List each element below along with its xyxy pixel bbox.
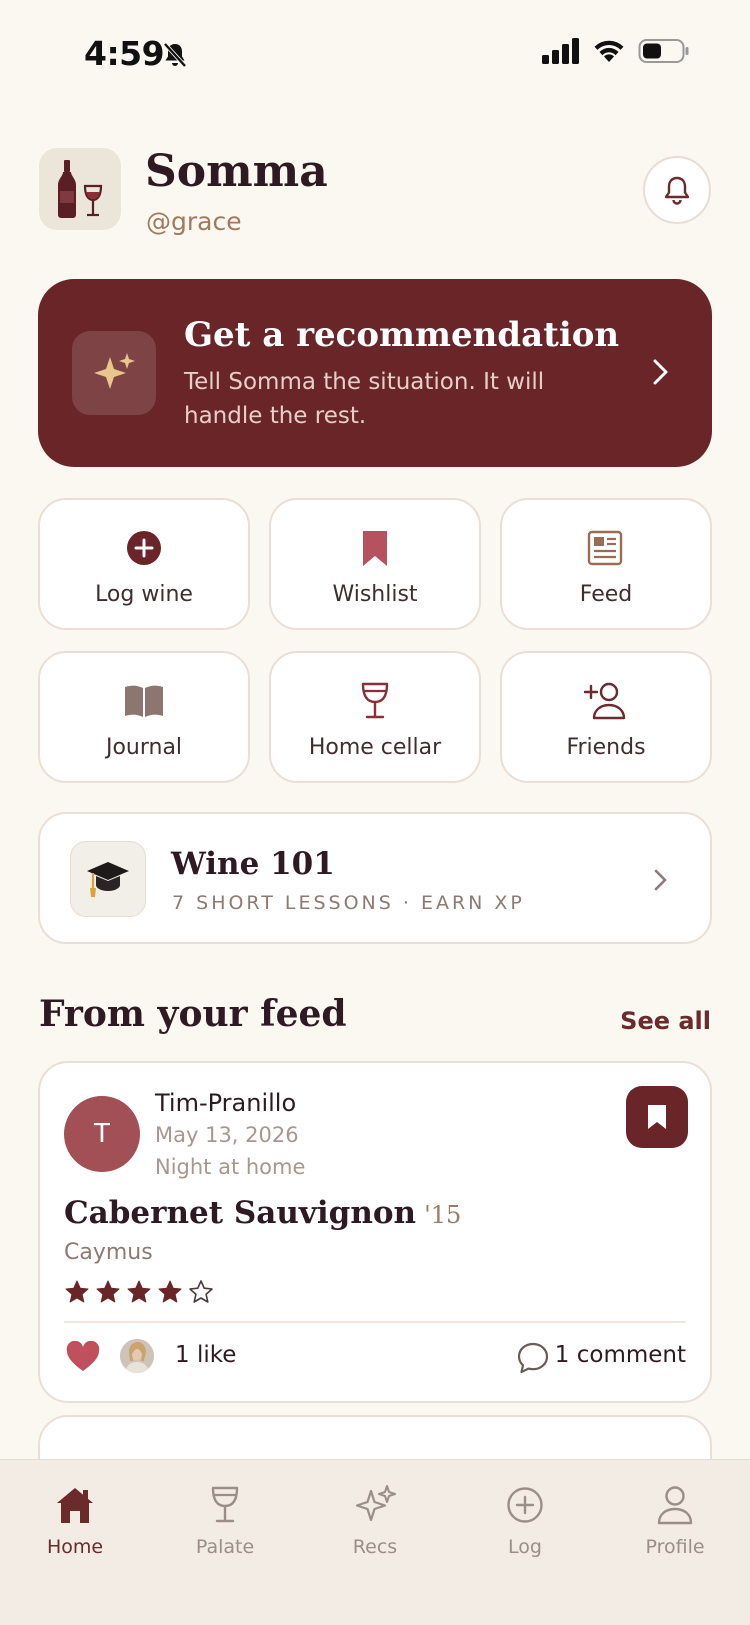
- friends-tile[interactable]: Friends: [500, 651, 712, 783]
- status-indicators: [542, 38, 690, 64]
- like-count[interactable]: 1 like: [175, 1342, 236, 1368]
- rec-subtitle: Tell Somma the situation. It will handle…: [184, 369, 545, 429]
- cellular-signal-icon: [542, 38, 579, 64]
- user-handle: @grace: [146, 207, 242, 236]
- tab-label: Recs: [352, 1536, 398, 1558]
- tile-label: Wishlist: [332, 582, 418, 607]
- chevron-right-icon: [654, 869, 667, 891]
- feed-tile[interactable]: Feed: [500, 498, 712, 630]
- book-icon: [125, 685, 163, 717]
- log-wine-tile[interactable]: Log wine: [38, 498, 250, 630]
- course-icon-container: [70, 841, 146, 917]
- feed-post-card[interactable]: T Tim-Pranillo May 13, 2026 Night at hom…: [38, 1061, 712, 1403]
- star-filled-icon: [65, 1280, 89, 1303]
- post-date: May 13, 2026: [155, 1123, 299, 1147]
- graduation-cap-icon: [87, 862, 129, 897]
- plus-circle-icon: [127, 531, 161, 565]
- star-filled-icon: [127, 1280, 151, 1303]
- bookmark-icon: [363, 531, 387, 566]
- app-logo: [39, 148, 121, 230]
- tile-label: Journal: [105, 735, 183, 760]
- quick-actions-grid: Log wine Wishlist Feed Journal Home cell…: [38, 498, 712, 783]
- liker-avatar[interactable]: [120, 1339, 154, 1373]
- star-filled-icon: [158, 1280, 182, 1303]
- bell-icon: [664, 176, 690, 205]
- tab-label: Palate: [195, 1536, 255, 1558]
- tile-label: Home cellar: [308, 735, 442, 760]
- wine-producer: Caymus: [64, 1240, 153, 1265]
- rec-icon-container: [72, 331, 156, 415]
- tab-profile[interactable]: Profile: [600, 1460, 750, 1625]
- status-time: 4:59: [84, 34, 165, 73]
- wine-name: Cabernet Sauvignon: [64, 1195, 417, 1231]
- feed-section-title: From your feed: [39, 993, 347, 1035]
- app-title: Somma: [145, 146, 328, 197]
- see-all-link[interactable]: See all: [620, 1007, 711, 1035]
- bell-muted-icon: [163, 42, 187, 68]
- tile-label: Friends: [566, 735, 646, 760]
- post-wine: Cabernet Sauvignon '15: [64, 1195, 461, 1231]
- star-rating: [64, 1279, 214, 1305]
- wine-101-card[interactable]: Wine 101 7 SHORT LESSONS · EARN XP: [38, 812, 712, 944]
- course-title: Wine 101: [171, 846, 335, 882]
- wine-glass-icon: [211, 1486, 239, 1523]
- tab-recs[interactable]: Recs: [300, 1460, 450, 1625]
- wishlist-tile[interactable]: Wishlist: [269, 498, 481, 630]
- tab-label: Home: [46, 1536, 104, 1558]
- post-occasion: Night at home: [155, 1155, 306, 1179]
- chevron-right-icon: [653, 359, 668, 385]
- status-bar: 4:59: [0, 0, 750, 110]
- battery-icon: [638, 39, 689, 63]
- tab-palate[interactable]: Palate: [150, 1460, 300, 1625]
- person-photo-icon: [120, 1339, 154, 1373]
- wine-vintage: '15: [424, 1201, 462, 1229]
- bookmark-button[interactable]: [626, 1086, 688, 1148]
- heart-icon[interactable]: [66, 1341, 100, 1373]
- get-recommendation-card[interactable]: Get a recommendation Tell Somma the situ…: [38, 279, 712, 467]
- tab-home[interactable]: Home: [0, 1460, 150, 1625]
- sparkles-icon: [94, 353, 135, 389]
- wine-glass-icon: [361, 682, 389, 719]
- course-subtitle: 7 SHORT LESSONS · EARN XP: [172, 892, 525, 914]
- tab-label: Log: [508, 1536, 542, 1558]
- add-friend-icon: [584, 682, 626, 720]
- tile-label: Feed: [579, 582, 633, 607]
- post-username[interactable]: Tim-Pranillo: [155, 1089, 296, 1117]
- wifi-icon: [594, 40, 624, 62]
- bookmark-icon: [648, 1105, 666, 1129]
- divider: [64, 1321, 686, 1323]
- bottom-tab-bar: Home Palate Recs Log Profile: [0, 1459, 750, 1625]
- notifications-button[interactable]: [643, 156, 711, 224]
- rec-title: Get a recommendation: [184, 315, 620, 355]
- person-icon: [657, 1486, 693, 1525]
- tab-log[interactable]: Log: [450, 1460, 600, 1625]
- avatar[interactable]: T: [64, 1096, 140, 1172]
- comment-icon[interactable]: [516, 1341, 550, 1375]
- newspaper-icon: [587, 530, 623, 566]
- journal-tile[interactable]: Journal: [38, 651, 250, 783]
- sparkles-icon: [355, 1485, 396, 1522]
- comment-count[interactable]: 1 comment: [555, 1342, 686, 1368]
- tile-label: Log wine: [95, 582, 193, 607]
- wine-bottle-glass-icon: [58, 160, 103, 218]
- tab-label: Profile: [645, 1536, 705, 1558]
- home-icon: [57, 1488, 93, 1523]
- plus-circle-icon: [507, 1487, 543, 1523]
- home-cellar-tile[interactable]: Home cellar: [269, 651, 481, 783]
- star-empty-icon: [189, 1280, 213, 1303]
- star-filled-icon: [96, 1280, 120, 1303]
